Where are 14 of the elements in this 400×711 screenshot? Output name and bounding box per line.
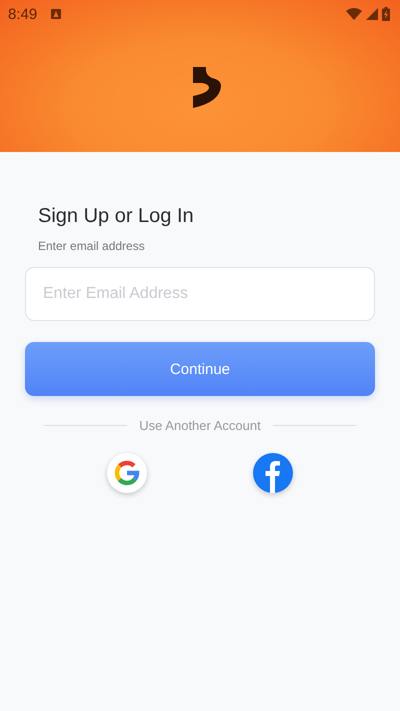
page-title: Sign Up or Log In bbox=[38, 205, 195, 228]
wifi-icon bbox=[346, 8, 362, 20]
battery-icon bbox=[382, 7, 390, 21]
email-label: Enter email address bbox=[38, 239, 146, 253]
google-login-button[interactable] bbox=[107, 453, 147, 493]
divider-text: Use Another Account bbox=[139, 418, 261, 433]
continue-button[interactable]: Continue bbox=[25, 342, 375, 396]
facebook-login-button[interactable] bbox=[253, 453, 293, 493]
status-time: 8:49 bbox=[8, 6, 38, 22]
google-icon bbox=[114, 460, 140, 486]
facebook-icon bbox=[253, 453, 293, 493]
logo-icon bbox=[192, 66, 222, 108]
notification-icon bbox=[51, 9, 62, 19]
signal-icon bbox=[366, 8, 378, 20]
